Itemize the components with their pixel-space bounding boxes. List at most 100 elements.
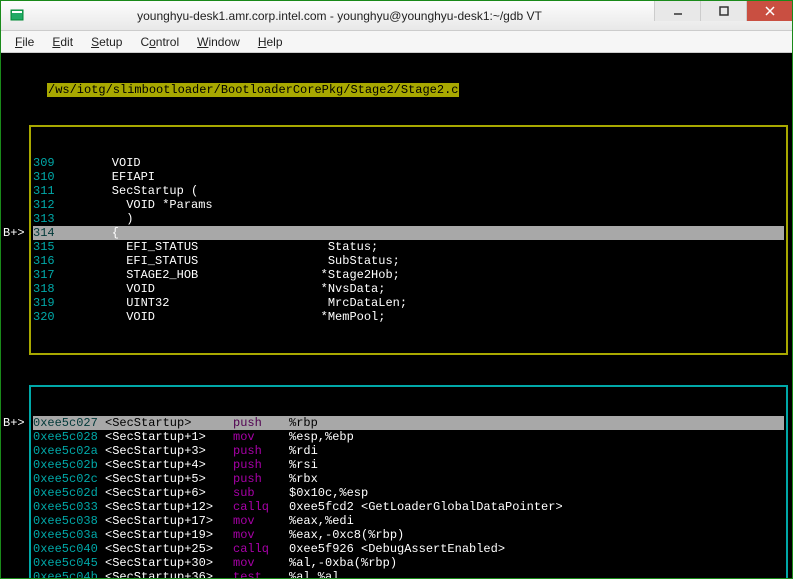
source-line: 313 ) <box>33 212 784 226</box>
breakpoint-marker: B+> <box>3 226 29 240</box>
asm-line: 0xee5c02c<SecStartup+5>push%rbx <box>33 472 784 486</box>
menu-help[interactable]: Help <box>250 33 291 51</box>
source-text: UINT32 MrcDataLen; <box>83 296 407 310</box>
asm-symbol: <SecStartup> <box>105 416 233 430</box>
source-line: 319 UINT32 MrcDataLen; <box>33 296 784 310</box>
asm-line: B+>0xee5c027<SecStartup>push%rbp <box>33 416 784 430</box>
window-controls <box>654 1 792 21</box>
asm-symbol: <SecStartup+3> <box>105 444 233 458</box>
asm-mnemonic: mov <box>233 556 289 570</box>
assembly-pane: B+>0xee5c027<SecStartup>push%rbp0xee5c02… <box>29 385 788 578</box>
asm-mnemonic: callq <box>233 542 289 556</box>
asm-symbol: <SecStartup+4> <box>105 458 233 472</box>
source-text: SecStartup ( <box>83 184 198 198</box>
line-number: 313 <box>33 212 83 226</box>
asm-operands: %rbp <box>289 416 318 430</box>
asm-operands: %al,-0xba(%rbp) <box>289 556 397 570</box>
source-line: 310 EFIAPI <box>33 170 784 184</box>
source-line: 309 VOID <box>33 156 784 170</box>
asm-mnemonic: push <box>233 472 289 486</box>
asm-address: 0xee5c045 <box>33 556 105 570</box>
asm-symbol: <SecStartup+36> <box>105 570 233 578</box>
asm-line: 0xee5c04b<SecStartup+36>test%al,%al <box>33 570 784 578</box>
asm-line: 0xee5c038<SecStartup+17>mov%eax,%edi <box>33 514 784 528</box>
source-line: 312 VOID *Params <box>33 198 784 212</box>
app-icon <box>9 8 25 24</box>
asm-address: 0xee5c02b <box>33 458 105 472</box>
source-line: 311 SecStartup ( <box>33 184 784 198</box>
asm-symbol: <SecStartup+6> <box>105 486 233 500</box>
asm-operands: %al,%al <box>289 570 339 578</box>
source-text: VOID *Params <box>83 198 213 212</box>
window-title: younghyu-desk1.amr.corp.intel.com - youn… <box>25 9 654 23</box>
line-number: 317 <box>33 268 83 282</box>
asm-line: 0xee5c040<SecStartup+25>callq0xee5f926 <… <box>33 542 784 556</box>
line-number: 314 <box>33 226 83 240</box>
menu-control[interactable]: Control <box>132 33 187 51</box>
line-number: 318 <box>33 282 83 296</box>
menu-window[interactable]: Window <box>189 33 248 51</box>
source-line: 315 EFI_STATUS Status; <box>33 240 784 254</box>
asm-address: 0xee5c038 <box>33 514 105 528</box>
asm-mnemonic: callq <box>233 500 289 514</box>
asm-address: 0xee5c02a <box>33 444 105 458</box>
asm-symbol: <SecStartup+25> <box>105 542 233 556</box>
asm-line: 0xee5c028<SecStartup+1>mov%esp,%ebp <box>33 430 784 444</box>
source-text: EFI_STATUS SubStatus; <box>83 254 400 268</box>
asm-address: 0xee5c02c <box>33 472 105 486</box>
asm-mnemonic: push <box>233 458 289 472</box>
asm-line: 0xee5c03a<SecStartup+19>mov%eax,-0xc8(%r… <box>33 528 784 542</box>
close-button[interactable] <box>746 1 792 21</box>
asm-line: 0xee5c02b<SecStartup+4>push%rsi <box>33 458 784 472</box>
asm-symbol: <SecStartup+5> <box>105 472 233 486</box>
line-number: 320 <box>33 310 83 324</box>
source-text: VOID *NvsData; <box>83 282 385 296</box>
asm-line: 0xee5c045<SecStartup+30>mov%al,-0xba(%rb… <box>33 556 784 570</box>
asm-address: 0xee5c028 <box>33 430 105 444</box>
menu-file[interactable]: File <box>7 33 42 51</box>
breakpoint-marker: B+> <box>3 416 29 430</box>
terminal[interactable]: /ws/iotg/slimbootloader/BootloaderCorePk… <box>1 53 792 578</box>
minimize-button[interactable] <box>654 1 700 21</box>
asm-address: 0xee5c040 <box>33 542 105 556</box>
asm-operands: $0x10c,%esp <box>289 486 368 500</box>
source-file-path: /ws/iotg/slimbootloader/BootloaderCorePk… <box>47 83 459 97</box>
asm-mnemonic: mov <box>233 430 289 444</box>
source-line: 316 EFI_STATUS SubStatus; <box>33 254 784 268</box>
asm-mnemonic: test <box>233 570 289 578</box>
line-number: 316 <box>33 254 83 268</box>
asm-line: 0xee5c02d<SecStartup+6>sub$0x10c,%esp <box>33 486 784 500</box>
asm-address: 0xee5c03a <box>33 528 105 542</box>
source-text: { <box>83 226 119 240</box>
asm-operands: %rdi <box>289 444 318 458</box>
asm-address: 0xee5c04b <box>33 570 105 578</box>
asm-symbol: <SecStartup+1> <box>105 430 233 444</box>
source-line: B+>314 { <box>33 226 784 240</box>
source-pane: 309 VOID310 EFIAPI311 SecStartup (312 VO… <box>29 125 788 355</box>
line-number: 311 <box>33 184 83 198</box>
source-text: EFI_STATUS Status; <box>83 240 378 254</box>
asm-operands: %rsi <box>289 458 318 472</box>
asm-mnemonic: mov <box>233 514 289 528</box>
line-number: 319 <box>33 296 83 310</box>
asm-operands: %esp,%ebp <box>289 430 354 444</box>
asm-mnemonic: push <box>233 416 289 430</box>
source-line: 318 VOID *NvsData; <box>33 282 784 296</box>
menu-setup[interactable]: Setup <box>83 33 130 51</box>
asm-operands: 0xee5f926 <DebugAssertEnabled> <box>289 542 505 556</box>
asm-mnemonic: mov <box>233 528 289 542</box>
asm-address: 0xee5c027 <box>33 416 105 430</box>
asm-symbol: <SecStartup+30> <box>105 556 233 570</box>
source-line: 317 STAGE2_HOB *Stage2Hob; <box>33 268 784 282</box>
source-text: VOID *MemPool; <box>83 310 385 324</box>
asm-mnemonic: sub <box>233 486 289 500</box>
asm-mnemonic: push <box>233 444 289 458</box>
asm-operands: %eax,-0xc8(%rbp) <box>289 528 404 542</box>
asm-operands: %rbx <box>289 472 318 486</box>
asm-address: 0xee5c033 <box>33 500 105 514</box>
line-number: 310 <box>33 170 83 184</box>
menu-edit[interactable]: Edit <box>44 33 81 51</box>
window-titlebar: younghyu-desk1.amr.corp.intel.com - youn… <box>1 1 792 31</box>
asm-address: 0xee5c02d <box>33 486 105 500</box>
maximize-button[interactable] <box>700 1 746 21</box>
